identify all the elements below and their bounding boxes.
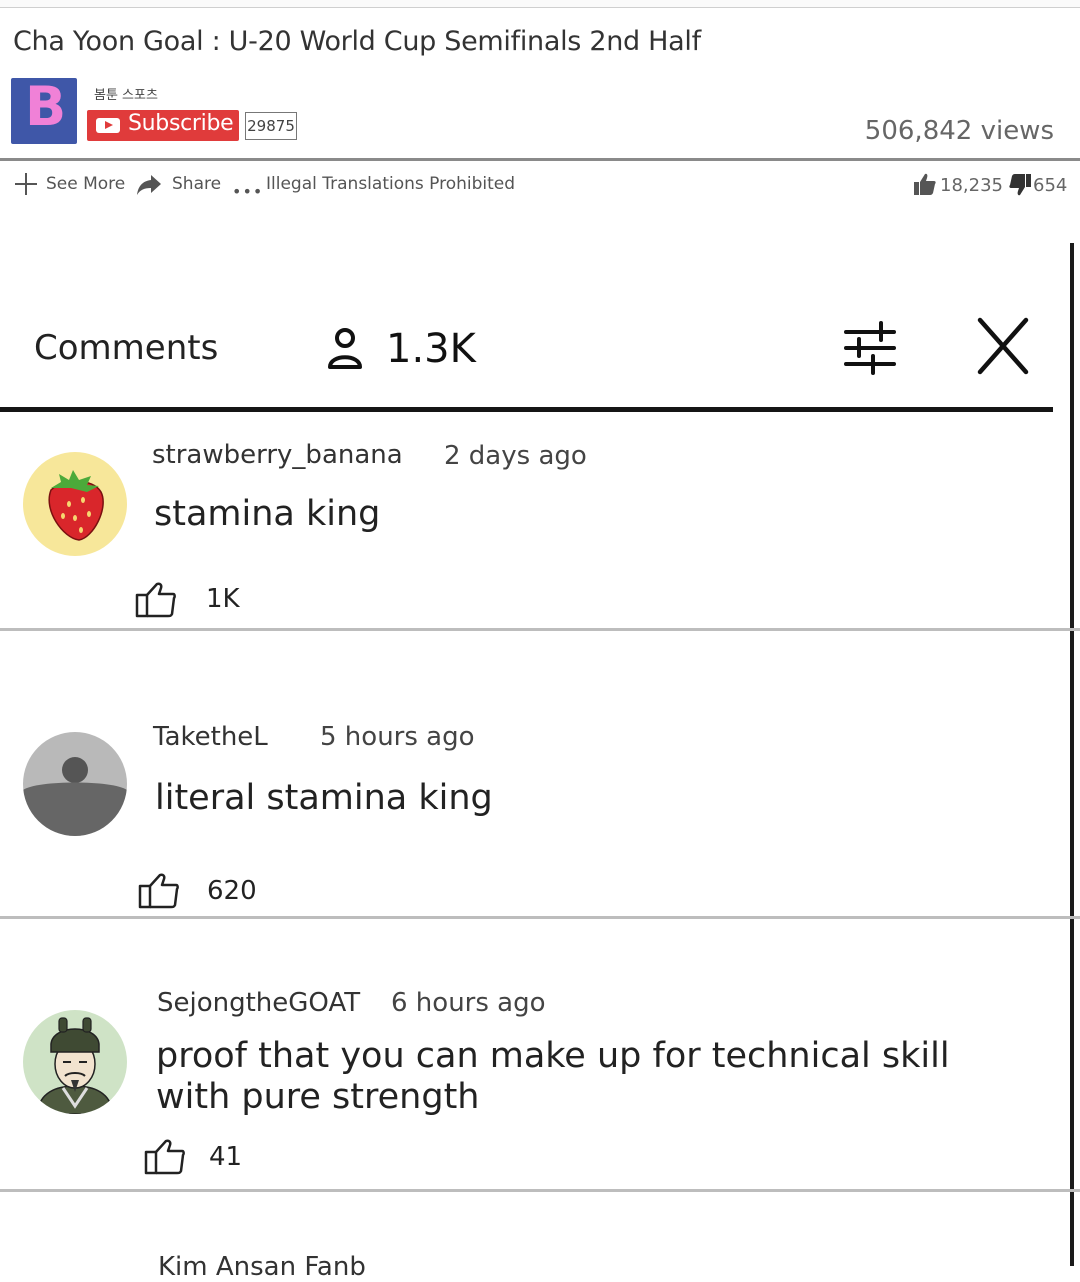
comment-like-count: 620	[207, 876, 257, 906]
comment-divider	[0, 916, 1080, 919]
thumbs-up-icon[interactable]	[144, 1138, 186, 1176]
avatar[interactable]	[23, 732, 127, 836]
comment-author-partial[interactable]: Kim Ansan Fanb	[158, 1252, 366, 1282]
thumbs-down-icon[interactable]	[1008, 173, 1032, 197]
comment-time: 5 hours ago	[320, 722, 475, 752]
comment-author[interactable]: TaketheL	[153, 722, 268, 752]
comment-text: stamina king	[154, 494, 381, 534]
comment-divider	[0, 1189, 1080, 1192]
channel-name[interactable]: 봄툰 스포츠	[94, 84, 158, 103]
more-dots-icon[interactable]: •••	[232, 182, 263, 201]
comment-divider	[0, 628, 1080, 631]
comment-text: proof that you can make up for technical…	[156, 1036, 950, 1117]
plus-icon[interactable]	[15, 173, 37, 195]
thumbs-up-icon[interactable]	[138, 872, 180, 910]
thumbs-up-icon[interactable]	[135, 581, 177, 619]
default-user-icon	[23, 757, 127, 836]
comment-author[interactable]: strawberry_banana	[152, 440, 403, 470]
share-arrow-icon[interactable]	[136, 174, 162, 196]
header-divider	[0, 158, 1080, 161]
comment-like-count: 41	[209, 1142, 243, 1172]
illegal-translation-notice: Illegal Translations Prohibited	[266, 174, 516, 194]
user-icon	[328, 328, 362, 369]
share-button[interactable]: Share	[172, 174, 221, 194]
video-player-bottom-edge	[0, 0, 1080, 8]
subscriber-count: 29875	[245, 112, 297, 140]
subscribe-button[interactable]: Subscribe	[87, 110, 239, 141]
king-portrait-icon	[36, 1017, 114, 1114]
channel-logo[interactable]: B	[11, 75, 77, 144]
sliders-icon[interactable]	[843, 320, 897, 376]
panel-border	[1070, 243, 1074, 1266]
comment-text: literal stamina king	[155, 778, 493, 818]
channel-logo-letter: B	[25, 75, 67, 138]
see-more-button[interactable]: See More	[46, 174, 125, 194]
video-title: Cha Yoon Goal : U-20 World Cup Semifinal…	[13, 26, 701, 57]
comments-title: Comments	[34, 328, 219, 368]
subscribe-label: Subscribe	[128, 111, 234, 136]
comment-time: 2 days ago	[444, 441, 587, 471]
comment-count: 1.3K	[386, 326, 476, 372]
comment-time: 6 hours ago	[391, 988, 546, 1018]
comments-header-divider	[0, 407, 1053, 412]
dislike-count: 654	[1033, 175, 1068, 196]
strawberry-icon	[48, 470, 104, 541]
comment-like-count: 1K	[206, 584, 240, 614]
comment-author[interactable]: SejongtheGOAT	[157, 988, 360, 1018]
view-count: 506,842 views	[864, 116, 1054, 146]
like-count: 18,235	[940, 175, 1003, 196]
close-x-icon[interactable]	[976, 316, 1030, 376]
avatar[interactable]	[23, 452, 127, 556]
thumbs-up-icon[interactable]	[913, 172, 937, 196]
avatar[interactable]	[23, 1010, 127, 1114]
play-icon	[96, 118, 120, 133]
